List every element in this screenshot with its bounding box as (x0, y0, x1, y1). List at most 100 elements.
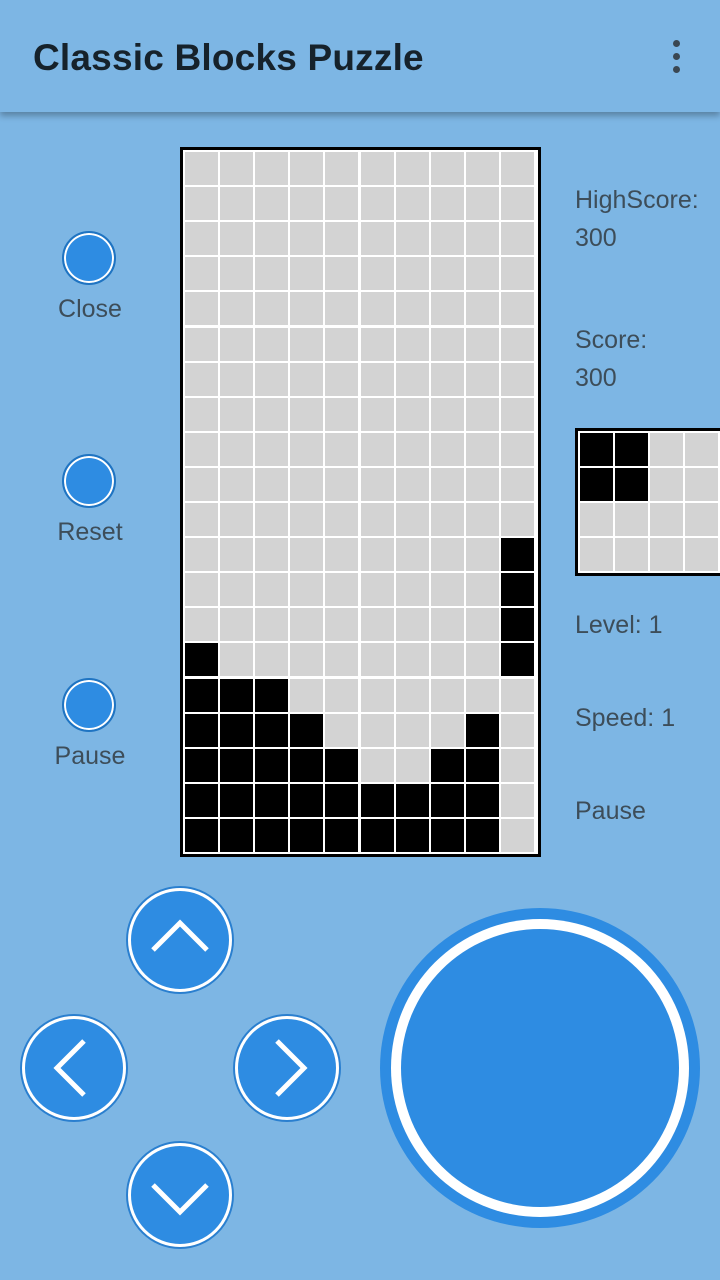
next-piece-preview (575, 428, 720, 576)
empty-cell (185, 187, 218, 221)
empty-cell (185, 467, 218, 501)
filled-block (395, 818, 429, 852)
empty-cell (465, 503, 499, 536)
empty-cell (360, 608, 394, 642)
filled-block (255, 818, 289, 852)
empty-cell (360, 222, 394, 256)
empty-cell (500, 152, 534, 185)
speed-row: Speed: 1 (575, 704, 675, 733)
empty-cell (395, 187, 429, 221)
left-button[interactable] (22, 1016, 126, 1120)
more-vert-icon[interactable] (660, 36, 692, 76)
close-label: Close (58, 295, 122, 323)
empty-cell (290, 432, 324, 466)
empty-cell (360, 678, 394, 712)
empty-cell (290, 397, 324, 431)
reset-button[interactable] (62, 454, 116, 508)
empty-cell (615, 503, 648, 536)
empty-cell (290, 538, 324, 572)
highscore-value: 300 (575, 224, 617, 252)
empty-cell (500, 713, 534, 747)
highscore-label: HighScore: (575, 186, 699, 214)
empty-cell (220, 222, 254, 256)
filled-block (580, 468, 613, 501)
empty-cell (290, 467, 324, 501)
down-button[interactable] (128, 1143, 232, 1247)
empty-cell (395, 467, 429, 501)
up-button[interactable] (128, 888, 232, 992)
empty-cell (465, 222, 499, 256)
empty-cell (430, 713, 464, 747)
empty-cell (500, 783, 534, 817)
empty-cell (395, 713, 429, 747)
game-state-label: Pause (575, 797, 646, 825)
empty-cell (395, 397, 429, 431)
empty-cell (325, 292, 359, 326)
empty-cell (465, 397, 499, 431)
filled-block (220, 678, 254, 712)
empty-cell (220, 257, 254, 291)
empty-cell (185, 152, 218, 185)
filled-block (360, 818, 394, 852)
empty-cell (465, 187, 499, 221)
empty-cell (500, 503, 534, 536)
empty-cell (465, 152, 499, 185)
empty-cell (650, 538, 683, 571)
empty-cell (290, 152, 324, 185)
drop-button[interactable] (380, 908, 700, 1228)
empty-cell (500, 187, 534, 221)
empty-cell (290, 257, 324, 291)
empty-cell (685, 538, 718, 571)
empty-cell (465, 573, 499, 607)
empty-cell (325, 467, 359, 501)
filled-block (465, 818, 499, 852)
filled-block (185, 643, 218, 677)
empty-cell (185, 608, 218, 642)
filled-block (290, 783, 324, 817)
empty-cell (395, 362, 429, 396)
empty-cell (325, 713, 359, 747)
empty-cell (290, 362, 324, 396)
empty-cell (685, 503, 718, 536)
empty-cell (360, 748, 394, 782)
empty-cell (685, 468, 718, 501)
empty-cell (290, 573, 324, 607)
empty-cell (430, 678, 464, 712)
empty-cell (220, 362, 254, 396)
empty-cell (500, 257, 534, 291)
empty-cell (465, 678, 499, 712)
filled-block (430, 748, 464, 782)
empty-cell (360, 432, 394, 466)
empty-cell (395, 573, 429, 607)
filled-block (325, 818, 359, 852)
empty-cell (650, 468, 683, 501)
empty-cell (220, 643, 254, 677)
pause-button[interactable] (62, 678, 116, 732)
empty-cell (430, 327, 464, 361)
empty-cell (360, 397, 394, 431)
empty-cell (290, 503, 324, 536)
level-label: Level: (575, 611, 642, 639)
filled-block (500, 608, 534, 642)
right-button[interactable] (235, 1016, 339, 1120)
empty-cell (290, 643, 324, 677)
empty-cell (395, 257, 429, 291)
empty-cell (255, 397, 289, 431)
empty-cell (395, 292, 429, 326)
empty-cell (325, 327, 359, 361)
empty-cell (255, 187, 289, 221)
empty-cell (290, 327, 324, 361)
empty-cell (580, 503, 613, 536)
empty-cell (465, 257, 499, 291)
filled-block (615, 468, 648, 501)
filled-block (465, 748, 499, 782)
empty-cell (430, 643, 464, 677)
empty-cell (325, 222, 359, 256)
empty-cell (430, 503, 464, 536)
filled-block (255, 783, 289, 817)
level-row: Level: 1 (575, 611, 663, 640)
empty-cell (325, 643, 359, 677)
filled-block (185, 678, 218, 712)
filled-block (325, 748, 359, 782)
close-button[interactable] (62, 231, 116, 285)
